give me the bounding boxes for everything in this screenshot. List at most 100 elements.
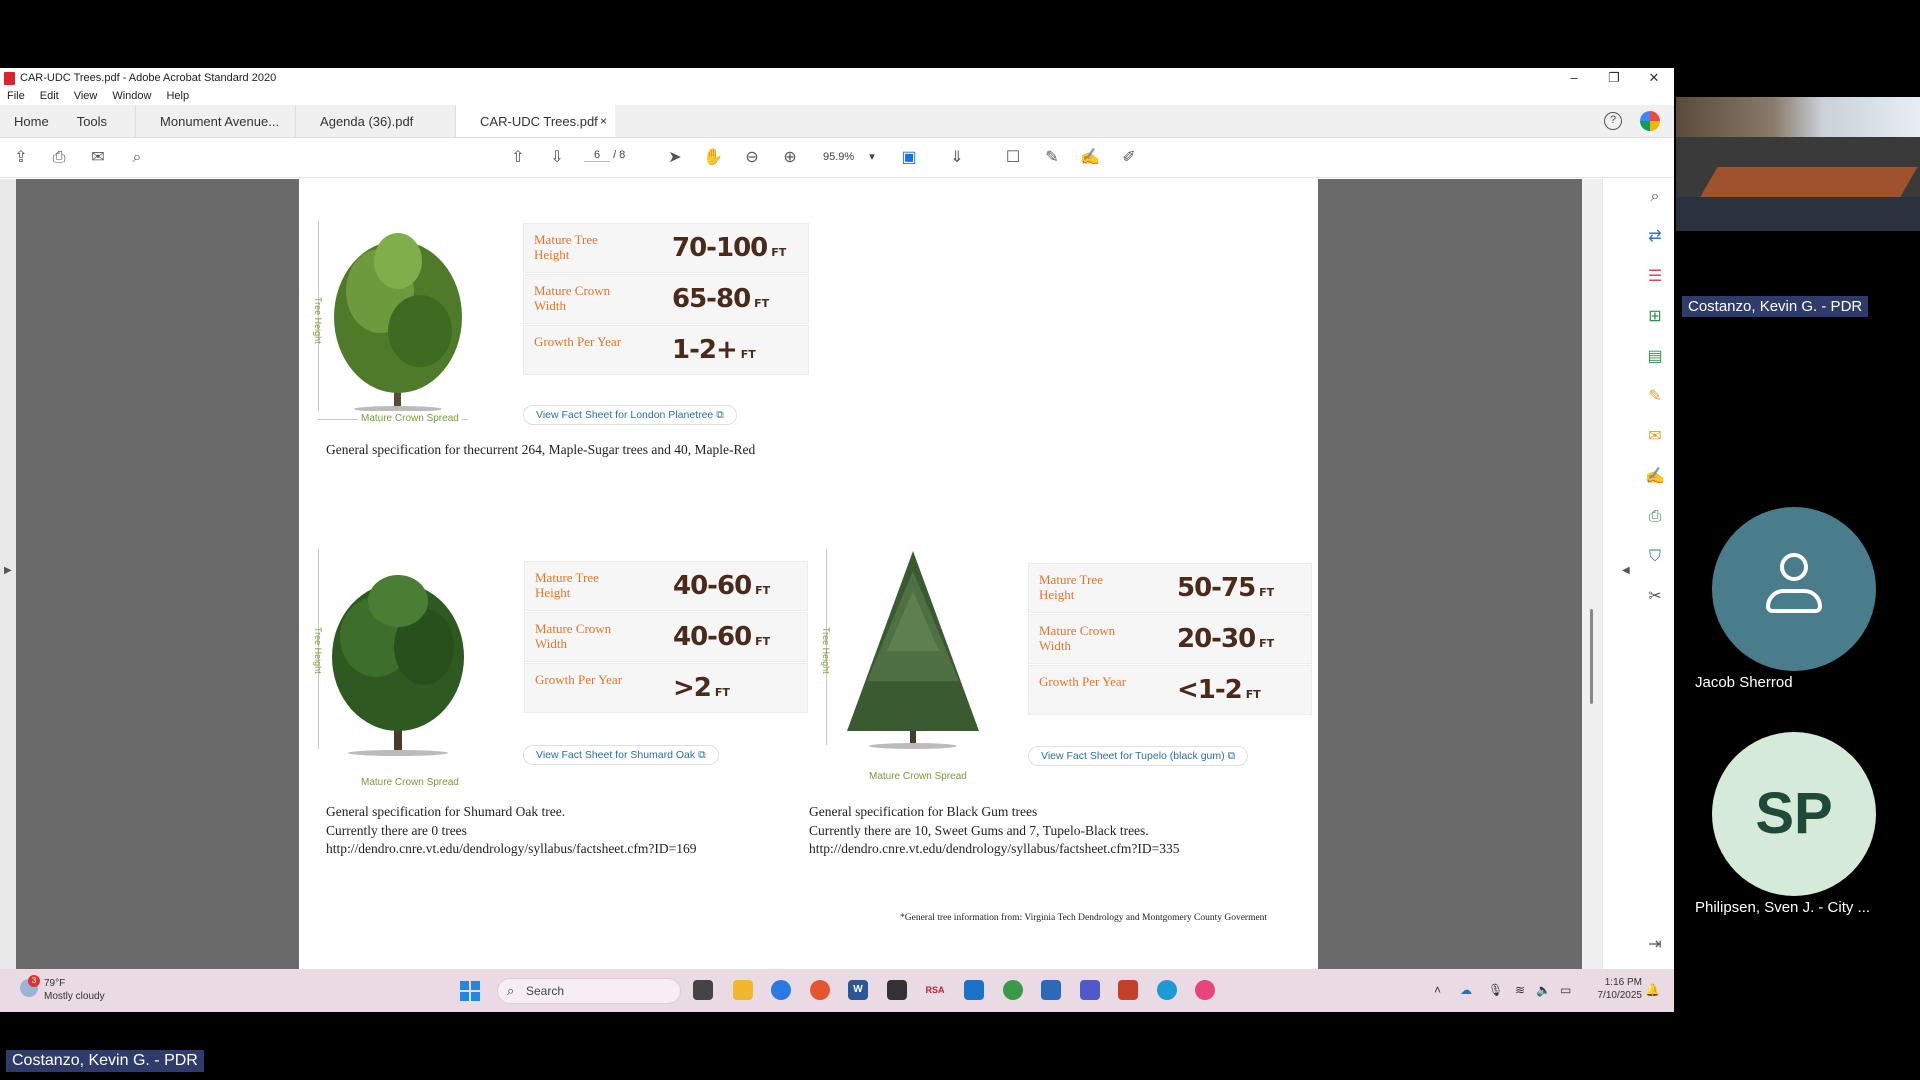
close-tab-icon[interactable]: ×: [600, 105, 607, 137]
participant-avatar-sven[interactable]: SP: [1712, 732, 1876, 896]
source-footnote: *General tree information from: Virginia…: [900, 913, 1268, 923]
tab-home[interactable]: Home: [0, 105, 63, 137]
weather-desc: Mostly cloudy: [44, 991, 105, 1002]
scroll-mode-icon[interactable]: ⇓: [947, 148, 967, 168]
maps-icon[interactable]: [1003, 980, 1023, 1000]
previous-page-icon[interactable]: ⇧: [508, 148, 528, 168]
weather-widget[interactable]: 3 79°F Mostly cloudy: [20, 975, 105, 1003]
expand-panel-icon[interactable]: ⇥: [1645, 935, 1665, 955]
zoom-select[interactable]: 95.9% ▾: [823, 150, 875, 163]
powerpoint-icon[interactable]: [1118, 980, 1138, 1000]
file-explorer-icon[interactable]: [733, 980, 753, 1000]
presenter-name-tag: Costanzo, Kevin G. - PDR: [6, 1050, 204, 1072]
zoom-in-icon[interactable]: ⊕: [780, 148, 800, 168]
tree-height-label: Tree Height: [821, 627, 831, 674]
export-pdf-icon[interactable]: ⇄: [1645, 227, 1665, 247]
tab-monument-avenue[interactable]: Monument Avenue...: [135, 105, 295, 137]
tupelo-fact-sheet-link[interactable]: View Fact Sheet for Tupelo (black gum) ⧉: [1028, 746, 1249, 766]
start-button[interactable]: [460, 981, 480, 1001]
next-page-icon[interactable]: ⇩: [547, 148, 567, 168]
browser-icon[interactable]: [771, 980, 791, 1000]
london-planetree-stats: Mature Tree Height 70-100 FT Mature Crown…: [523, 223, 809, 376]
clock-time: 1:16 PM: [1604, 977, 1642, 988]
screen-root: CAR-UDC Trees.pdf - Adobe Acrobat Standa…: [0, 0, 1920, 1080]
edit-pdf-icon[interactable]: ✐: [1119, 148, 1139, 168]
close-window-button[interactable]: ✕: [1634, 68, 1674, 88]
chrome-icon[interactable]: [810, 980, 830, 1000]
stat-row: Mature Tree Height 40-60 FT: [524, 561, 808, 611]
create-pdf-icon[interactable]: ⊞: [1645, 307, 1665, 327]
london-planetree-fact-sheet-link[interactable]: View Fact Sheet for London Planetree ⧉: [523, 405, 737, 425]
meeting-room-video[interactable]: [1676, 97, 1920, 231]
help-icon[interactable]: ?: [1604, 112, 1622, 130]
growth-value: <1-2 FT: [1177, 675, 1261, 705]
account-avatar[interactable]: [1640, 111, 1660, 131]
tab-tools[interactable]: Tools: [63, 105, 121, 137]
menu-view[interactable]: View: [74, 88, 98, 105]
zoom-search-icon[interactable]: ⌕: [1645, 187, 1665, 207]
scrollbar-thumb[interactable]: [1590, 609, 1593, 704]
more-tools-icon[interactable]: ✂: [1645, 587, 1665, 607]
sign-icon[interactable]: ✍: [1080, 148, 1100, 168]
restore-button[interactable]: ❐: [1594, 68, 1634, 88]
window-title: CAR-UDC Trees.pdf - Adobe Acrobat Standa…: [20, 72, 277, 84]
comment-icon[interactable]: ☐: [1003, 148, 1023, 168]
select-cursor-icon[interactable]: ➤: [665, 148, 685, 168]
menu-help[interactable]: Help: [166, 88, 189, 105]
rsa-icon[interactable]: RSA: [925, 980, 945, 1000]
outlook-icon[interactable]: [964, 980, 984, 1000]
menu-file[interactable]: File: [7, 88, 25, 105]
print-icon[interactable]: ⎙: [49, 148, 69, 168]
vertical-scrollbar[interactable]: [1582, 179, 1602, 969]
edge-icon[interactable]: [1157, 980, 1177, 1000]
fit-page-icon[interactable]: ▣: [899, 148, 919, 168]
comment-panel-icon[interactable]: ✉: [1645, 427, 1665, 447]
system-clock[interactable]: 1:16 PM 7/10/2025: [1590, 976, 1643, 1002]
window-controls: – ❐ ✕: [1554, 68, 1674, 88]
upload-icon[interactable]: ⇪: [11, 148, 31, 168]
organize-pages-icon[interactable]: ☰: [1645, 267, 1665, 287]
wifi-icon[interactable]: ≋: [1515, 983, 1525, 997]
volume-icon[interactable]: 🔈: [1536, 983, 1551, 997]
fill-sign-icon[interactable]: ✍: [1645, 467, 1665, 487]
search-icon[interactable]: ⌕: [127, 148, 147, 168]
collapse-panel-icon[interactable]: ◀: [1622, 565, 1630, 576]
snipping-tool-icon[interactable]: [1041, 980, 1061, 1000]
notification-bell-icon[interactable]: 🔔: [1645, 983, 1660, 997]
battery-icon[interactable]: ▭: [1560, 983, 1571, 997]
page-number-input[interactable]: 6: [584, 149, 610, 162]
crown-width-label: Mature Crown Width: [1039, 623, 1116, 653]
zoom-out-icon[interactable]: ⊖: [742, 148, 762, 168]
word-icon[interactable]: W: [848, 980, 868, 1000]
crown-spread-label: Mature Crown Spread: [866, 771, 970, 782]
hand-tool-icon[interactable]: ✋: [703, 148, 723, 168]
mic-muted-icon[interactable]: 🎙: [1488, 983, 1503, 997]
combine-files-icon[interactable]: ▤: [1645, 347, 1665, 367]
window-titlebar: CAR-UDC Trees.pdf - Adobe Acrobat Standa…: [0, 68, 1674, 88]
minimize-button[interactable]: –: [1554, 68, 1594, 88]
shumard-oak-fact-sheet-link[interactable]: View Fact Sheet for Shumard Oak ⧉: [523, 745, 719, 765]
email-icon[interactable]: ✉: [88, 148, 108, 168]
mature-height-value: 70-100 FT: [672, 233, 787, 263]
protect-shield-icon[interactable]: ⛉: [1645, 547, 1665, 567]
edit-file-icon[interactable]: ✎: [1645, 387, 1665, 407]
highlight-pen-icon[interactable]: ✎: [1042, 148, 1062, 168]
menu-edit[interactable]: Edit: [40, 88, 59, 105]
stat-row: Mature Crown Width 20-30 FT: [1028, 614, 1312, 664]
task-view-icon[interactable]: [693, 980, 713, 1000]
growth-value: >2 FT: [673, 673, 730, 703]
teams-icon[interactable]: [1080, 980, 1100, 1000]
growth-value: 1-2+ FT: [672, 335, 756, 365]
acrobat-taskbar-icon[interactable]: [887, 980, 907, 1000]
document-viewer[interactable]: ▶ Tree Height Mature Crown Spread Mature…: [0, 179, 1602, 969]
print-production-icon[interactable]: ⎙: [1645, 507, 1665, 527]
app-icon[interactable]: [1195, 980, 1215, 1000]
left-panel-toggle[interactable]: ▶: [0, 179, 16, 969]
onedrive-icon[interactable]: ☁: [1460, 983, 1472, 997]
menu-window[interactable]: Window: [112, 88, 151, 105]
chevron-up-icon[interactable]: ˄: [1434, 983, 1441, 997]
taskbar-search[interactable]: ⌕ Search: [497, 978, 681, 1004]
tab-car-udc-trees[interactable]: CAR-UDC Trees.pdf ×: [455, 105, 616, 137]
tab-agenda[interactable]: Agenda (36).pdf: [295, 105, 455, 137]
participant-avatar-jacob[interactable]: [1712, 507, 1876, 671]
